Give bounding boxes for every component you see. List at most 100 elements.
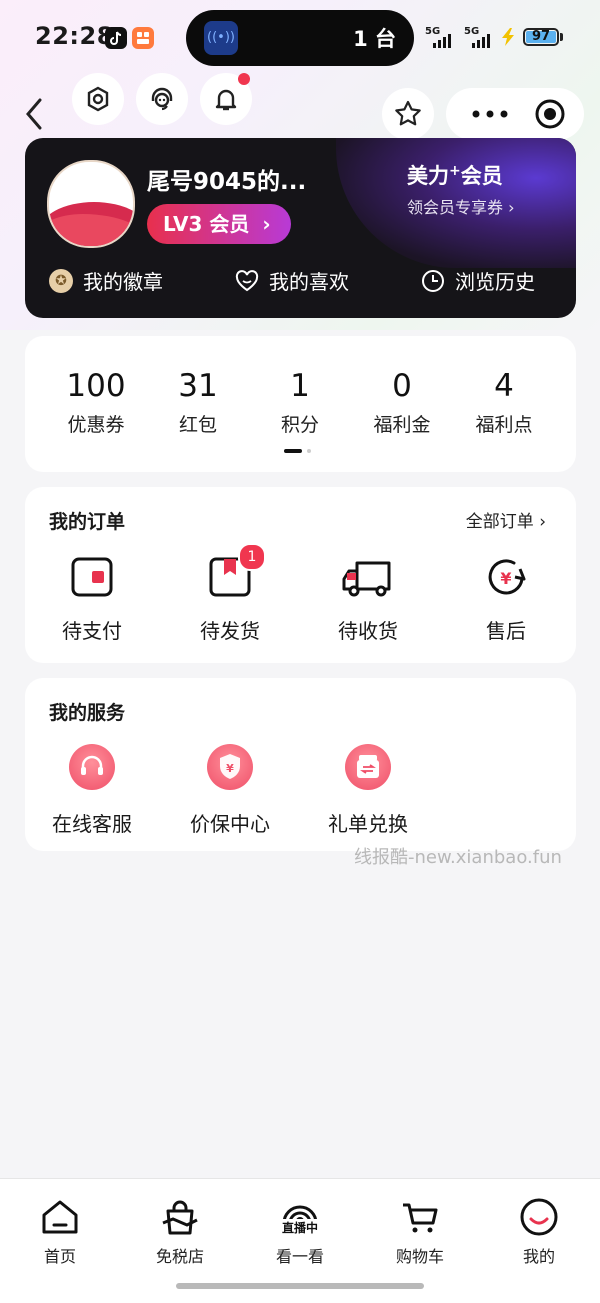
- tab-label: 看一看: [275, 1247, 324, 1266]
- stat-value: 100: [66, 368, 126, 404]
- my-likes-link[interactable]: 我的喜欢: [235, 266, 349, 295]
- stat-label: 福利金: [373, 414, 431, 436]
- link-label: 浏览历史: [455, 270, 535, 294]
- tiktok-icon: [105, 27, 127, 49]
- back-button[interactable]: [20, 94, 50, 134]
- tab-duty-free[interactable]: 免税店: [135, 1197, 225, 1267]
- member-level-badge[interactable]: LV3 会员 ›: [147, 204, 291, 244]
- orders-title: 我的订单: [49, 511, 126, 533]
- vip-coupon-link[interactable]: 领会员专享券 ›: [407, 194, 515, 218]
- stat-value: 4: [494, 368, 514, 404]
- service-label: 价保中心: [190, 812, 270, 836]
- chevron-right-icon: ›: [508, 198, 515, 217]
- watermark: 线报酷-new.xianbao.fun: [354, 847, 562, 868]
- orders-card: 我的订单 全部订单 › 待支付 1 待发货 待收货 ¥ 售后: [25, 487, 576, 663]
- member-card: 尾号9045的... LV3 会员 › 美力+会员 领会员专享券 › ✪ 我的徽…: [25, 138, 576, 318]
- settings-button[interactable]: [72, 73, 124, 125]
- member-links: ✪ 我的徽章 我的喜欢 浏览历史: [25, 266, 576, 306]
- stat-label: 优惠券: [67, 414, 125, 436]
- cart-icon: [400, 1197, 440, 1237]
- tab-home[interactable]: 首页: [15, 1197, 105, 1267]
- link-label: 我的徽章: [83, 270, 163, 294]
- service-online-support[interactable]: 在线客服: [32, 744, 152, 837]
- order-pending-receipt[interactable]: 待收货: [308, 555, 428, 644]
- package-icon: 1: [208, 543, 266, 599]
- stat-red-packets[interactable]: 31 红包: [148, 368, 248, 437]
- order-after-sales[interactable]: ¥ 售后: [446, 555, 566, 644]
- chevron-right-icon: ›: [539, 512, 546, 532]
- status-bar: 22:28 ((•)) 1 台 5G 5G 97: [0, 0, 600, 76]
- headset-icon: [69, 744, 115, 790]
- service-label: 礼单兑换: [328, 812, 408, 836]
- customer-service-icon: [151, 87, 173, 111]
- service-price-protection[interactable]: ¥ 价保中心: [170, 744, 290, 837]
- dynamic-island[interactable]: ((•)) 1 台: [186, 10, 414, 66]
- stat-points[interactable]: 1 积分: [250, 368, 350, 437]
- bell-icon: [215, 89, 237, 111]
- vip-title-text: 美力: [407, 164, 449, 188]
- order-pending-payment[interactable]: 待支付: [32, 555, 152, 644]
- home-icon: [40, 1197, 80, 1237]
- service-gift-exchange[interactable]: 礼单兑换: [308, 744, 428, 837]
- gift-exchange-icon: [345, 744, 391, 790]
- shopping-bag-icon: [160, 1197, 200, 1237]
- tab-me[interactable]: 我的: [494, 1197, 584, 1267]
- stat-welfare-points[interactable]: 4 福利点: [454, 368, 554, 437]
- services-title: 我的服务: [49, 702, 126, 724]
- stat-label: 福利点: [475, 414, 533, 436]
- username[interactable]: 尾号9045的...: [147, 162, 306, 196]
- pager-indicator-active: [284, 449, 302, 453]
- home-indicator[interactable]: [176, 1283, 424, 1289]
- avatar-wave: [49, 214, 133, 246]
- app-notification-icon: [132, 27, 154, 49]
- target-icon: [535, 99, 565, 129]
- live-badge: 直播中: [274, 1219, 326, 1236]
- chevron-right-icon: ›: [262, 212, 271, 236]
- tab-label: 购物车: [395, 1247, 444, 1266]
- vip-title-suffix: 会员: [460, 164, 503, 188]
- svg-text:¥: ¥: [500, 569, 511, 588]
- pager-indicator: [307, 449, 311, 453]
- wallet-icon: [70, 555, 114, 599]
- notifications-button[interactable]: [200, 73, 252, 125]
- tab-cart[interactable]: 购物车: [375, 1197, 465, 1267]
- smile-icon: [519, 1197, 559, 1237]
- notification-dot: [238, 73, 250, 85]
- browse-history-link[interactable]: 浏览历史: [421, 266, 535, 295]
- stat-label: 红包: [178, 414, 217, 436]
- order-pending-shipment[interactable]: 1 待发货: [170, 543, 290, 644]
- customer-service-button[interactable]: [136, 73, 188, 125]
- vip-coupon-label: 领会员专享券: [407, 198, 504, 217]
- all-orders-link[interactable]: 全部订单 ›: [466, 507, 546, 532]
- stat-label: 积分: [280, 414, 319, 436]
- svg-text:¥: ¥: [226, 762, 234, 775]
- battery-level: 97: [531, 29, 551, 44]
- my-badges-link[interactable]: ✪ 我的徽章: [49, 266, 163, 295]
- stats-card: 100 优惠券 31 红包 1 积分 0 福利金 4 福利点: [25, 336, 576, 472]
- close-miniapp-button[interactable]: [530, 88, 580, 140]
- stat-value: 0: [392, 368, 412, 404]
- live-activity-icon: ((•)): [204, 21, 238, 55]
- charging-icon: [500, 28, 516, 46]
- avatar[interactable]: [47, 160, 135, 248]
- tab-label: 免税店: [155, 1247, 204, 1266]
- vip-title[interactable]: 美力+会员: [407, 160, 503, 190]
- stat-coupons[interactable]: 100 优惠券: [46, 368, 146, 437]
- service-label: 在线客服: [52, 812, 132, 836]
- signal-2: 5G: [464, 26, 498, 48]
- stat-welfare-gold[interactable]: 0 福利金: [352, 368, 452, 437]
- shield-yuan-icon: ¥: [207, 744, 253, 790]
- tab-label: 我的: [522, 1247, 555, 1266]
- more-button[interactable]: [460, 88, 520, 140]
- clock-icon: [422, 269, 444, 292]
- live-icon: 直播中: [274, 1197, 326, 1237]
- stat-value: 31: [178, 368, 218, 404]
- battery-icon: 97: [523, 28, 559, 46]
- favorite-button[interactable]: [382, 88, 434, 140]
- services-card: 我的服务 在线客服 ¥ 价保中心 礼单兑换: [25, 678, 576, 851]
- battery-tip: [560, 33, 563, 41]
- tab-watch[interactable]: 直播中 看一看: [255, 1197, 345, 1267]
- order-label: 售后: [486, 619, 526, 643]
- settings-icon: [87, 86, 109, 112]
- link-label: 我的喜欢: [269, 270, 349, 294]
